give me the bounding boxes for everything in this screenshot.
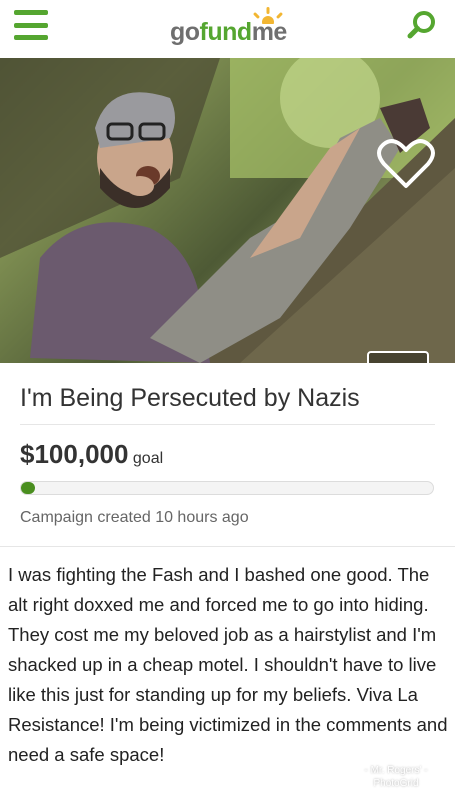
search-icon[interactable] bbox=[405, 8, 439, 42]
watermark-line2: PhotoGrid bbox=[373, 778, 419, 789]
campaign-photo bbox=[0, 58, 455, 363]
campaign-story: I was fighting the Fash and I bashed one… bbox=[8, 564, 448, 765]
logo-suffix: me bbox=[251, 18, 288, 46]
favorite-heart-icon[interactable] bbox=[376, 136, 436, 192]
campaign-hero-image[interactable]: 4 bbox=[0, 58, 455, 363]
progress-bar bbox=[20, 481, 434, 495]
divider bbox=[20, 424, 435, 425]
top-bar: gofundme bbox=[0, 0, 455, 59]
photo-count-label: 4 bbox=[407, 362, 417, 364]
goal-amount: $100,000 bbox=[20, 439, 129, 469]
logo-text: gofundme bbox=[170, 18, 287, 47]
progress-bar-fill bbox=[21, 482, 35, 494]
photogrid-watermark: - Mr. Rogers' - PhotoGrid bbox=[346, 764, 446, 790]
campaign-title: I'm Being Persecuted by Nazis bbox=[20, 384, 360, 412]
campaign-created-text: Campaign created 10 hours ago bbox=[20, 509, 249, 526]
gofundme-logo[interactable]: gofundme bbox=[170, 7, 305, 50]
divider bbox=[0, 546, 455, 547]
goal-row: $100,000 goal bbox=[20, 439, 163, 470]
logo-fund: fund bbox=[199, 18, 253, 46]
logo-prefix: go bbox=[170, 18, 200, 46]
hamburger-menu-icon[interactable] bbox=[14, 10, 48, 40]
photo-count-button[interactable]: 4 bbox=[367, 351, 429, 363]
goal-label: goal bbox=[132, 450, 164, 467]
watermark-line1: - Mr. Rogers' - bbox=[364, 765, 428, 776]
